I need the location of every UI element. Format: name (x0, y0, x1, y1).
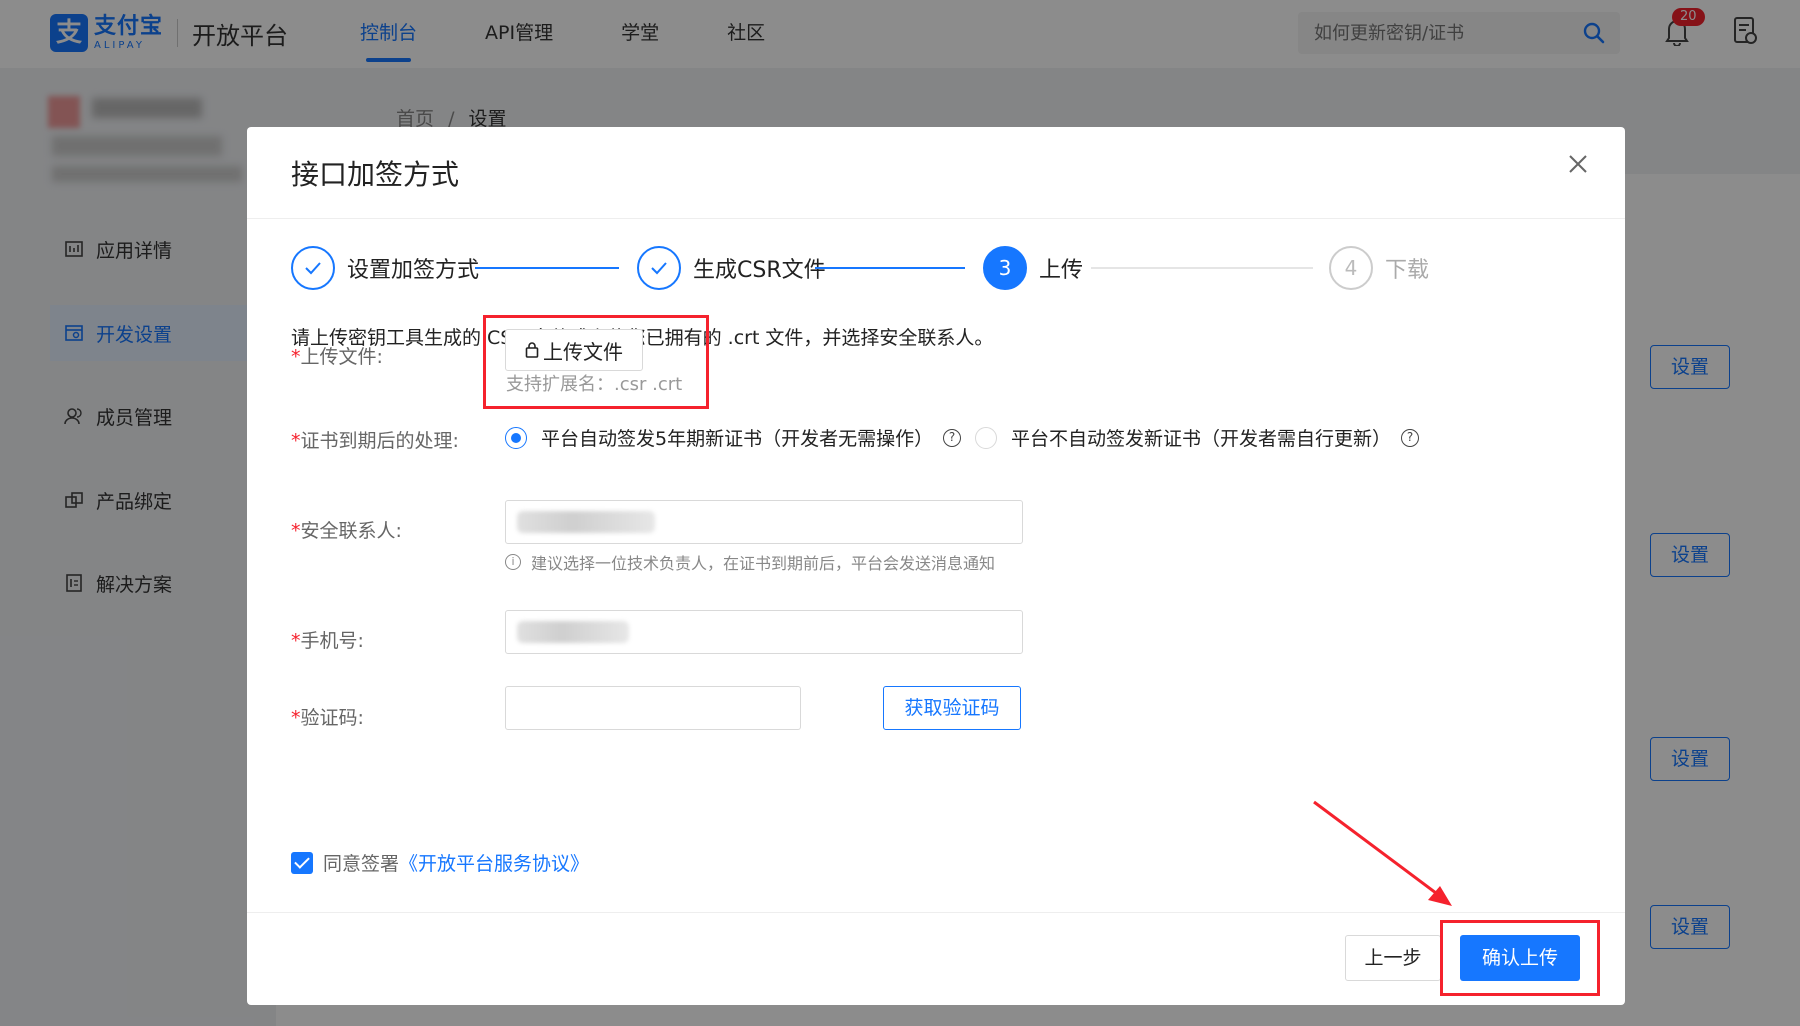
agreement-prefix: 同意签署 (323, 853, 400, 875)
step-set-signing-method: 设置加签方式 (291, 246, 479, 290)
agreement-link[interactable]: 《开放平台服务协议》 (399, 849, 589, 876)
step-label: 上传 (1039, 258, 1084, 283)
upload-highlight-box (483, 315, 709, 409)
step-number: 4 (1329, 246, 1373, 290)
modal-title: 接口加签方式 (291, 157, 460, 191)
radio-no-auto-issue[interactable]: 平台不自动签发新证书（开发者需自行更新） ? (975, 424, 1420, 451)
radio-checked-icon (505, 426, 527, 449)
contact-tip: i 建议选择一位技术负责人，在证书到期前后，平台会发送消息通知 (505, 550, 995, 574)
verification-code-label: *验证码: (291, 707, 364, 729)
step-label: 生成CSR文件 (693, 258, 826, 283)
modal-header: 接口加签方式 (247, 127, 1625, 219)
step-connector (815, 267, 965, 269)
get-code-button[interactable]: 获取验证码 (883, 686, 1021, 730)
progress-steps: 设置加签方式 生成CSR文件 3 上传 4 下载 (291, 246, 1581, 294)
step-upload: 3 上传 (983, 246, 1083, 290)
step-label: 设置加签方式 (347, 258, 480, 283)
verification-code-input[interactable] (505, 686, 801, 730)
step-label: 下载 (1385, 258, 1430, 283)
phone-label: *手机号: (291, 630, 364, 652)
agreement-checkbox[interactable] (291, 851, 313, 874)
check-icon (291, 246, 335, 290)
security-contact-label: *安全联系人: (291, 520, 402, 542)
confirm-highlight-box (1440, 920, 1600, 996)
step-generate-csr: 生成CSR文件 (637, 246, 826, 290)
previous-step-button[interactable]: 上一步 (1345, 935, 1441, 981)
radio-unchecked-icon (975, 426, 997, 449)
modal-footer-divider (247, 912, 1625, 913)
signing-method-modal: 接口加签方式 设置加签方式 生成CSR文件 3 上传 4 下载 请上传密钥工具生… (247, 127, 1625, 1005)
redacted-contact (517, 511, 655, 533)
step-connector (1091, 267, 1313, 269)
info-icon: i (505, 554, 521, 570)
radio-label: 平台自动签发5年期新证书（开发者无需操作） (541, 428, 934, 450)
check-icon (637, 246, 681, 290)
radio-label: 平台不自动签发新证书（开发者需自行更新） (1011, 428, 1392, 450)
close-icon[interactable] (1567, 153, 1589, 175)
radio-auto-issue[interactable]: 平台自动签发5年期新证书（开发者无需操作） ? (505, 424, 962, 451)
help-icon[interactable]: ? (943, 428, 962, 447)
step-download: 4 下载 (1329, 246, 1429, 290)
agreement-row: 同意签署 《开放平台服务协议》 (291, 849, 589, 876)
step-number: 3 (983, 246, 1027, 290)
expiry-handling-label: *证书到期后的处理: (291, 430, 459, 452)
upload-file-label: *上传文件: (291, 346, 383, 368)
help-icon[interactable]: ? (1401, 428, 1420, 447)
step-connector (475, 267, 619, 269)
contact-tip-text: 建议选择一位技术负责人，在证书到期前后，平台会发送消息通知 (531, 554, 996, 573)
redacted-phone (517, 621, 629, 643)
